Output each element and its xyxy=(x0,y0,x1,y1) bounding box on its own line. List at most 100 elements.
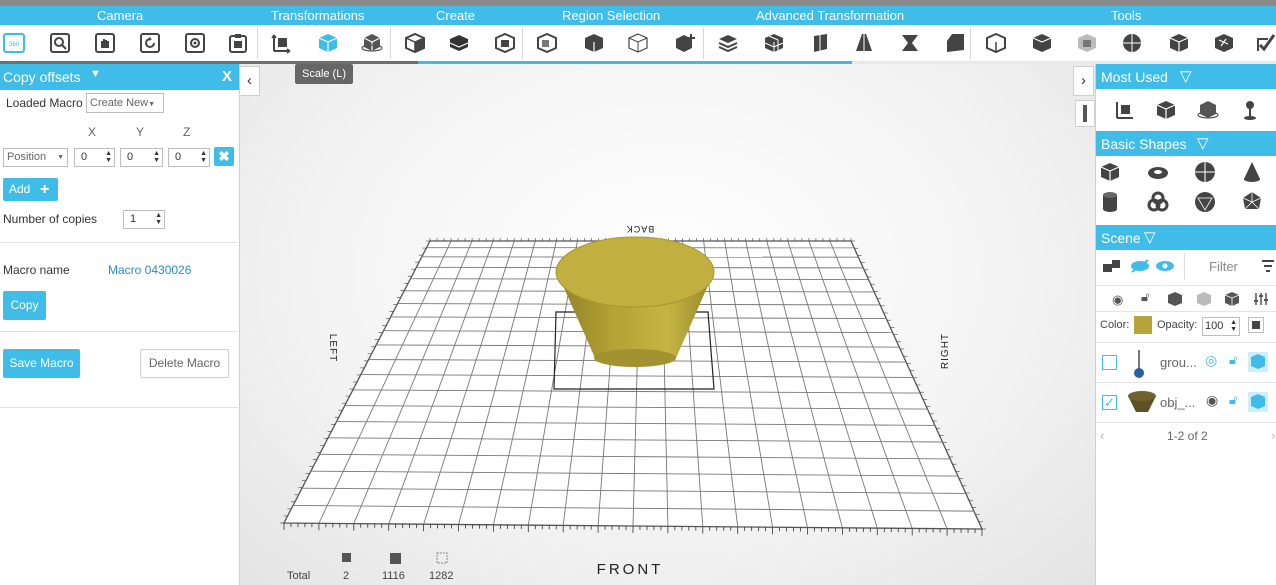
scene-row-group[interactable]: grou... ◎ 🔓︎ xyxy=(1096,343,1276,383)
solid-view-toggle[interactable] xyxy=(1248,352,1268,372)
torus-shape-icon[interactable] xyxy=(1146,160,1170,184)
offset-x-input[interactable]: 0 ▲ ▼ xyxy=(74,148,115,167)
most-used-header[interactable]: Most Used ▽ xyxy=(1096,64,1276,89)
collapse-left-panel-button[interactable]: ‹ xyxy=(240,66,260,96)
view-360-icon[interactable]: 360 xyxy=(2,31,26,55)
color-swatch[interactable] xyxy=(1134,316,1152,334)
3d-viewport[interactable]: BACK LEFT RIGHT FRONT ‹ › Scale (L) Tota… xyxy=(240,64,1095,585)
loaded-macro-select[interactable]: Create New▼ xyxy=(86,93,164,113)
hide-all-icon[interactable] xyxy=(1128,254,1152,278)
wireframe-column-icon[interactable] xyxy=(1196,291,1212,307)
sphere-shape-icon[interactable] xyxy=(1193,160,1217,184)
spinner-icon[interactable]: ▲ ▼ xyxy=(153,150,160,164)
box-column-icon[interactable] xyxy=(1224,291,1240,307)
measure-icon[interactable] xyxy=(984,31,1008,55)
eye-icon[interactable]: ◉ xyxy=(1206,392,1218,409)
prev-page-icon[interactable]: ‹ xyxy=(1100,428,1104,443)
offset-mode-select[interactable]: Position ▼ xyxy=(3,148,68,167)
slice-icon[interactable] xyxy=(493,31,517,55)
collapse-right-panel-button[interactable]: › xyxy=(1073,66,1094,96)
unlock-icon[interactable]: 🔓︎ xyxy=(1229,392,1237,408)
box-icon[interactable] xyxy=(403,31,427,55)
sliders-column-icon[interactable] xyxy=(1253,291,1269,307)
scale-cube-icon[interactable] xyxy=(1154,98,1178,122)
offset-y-input[interactable]: 0 ▲ ▼ xyxy=(120,148,163,167)
save-macro-button[interactable]: Save Macro xyxy=(3,349,80,378)
solid-view-toggle[interactable] xyxy=(1248,392,1268,412)
shear-icon[interactable] xyxy=(943,31,967,55)
spinner-icon[interactable]: ▲ ▼ xyxy=(105,150,112,164)
knot-shape-icon[interactable] xyxy=(1146,190,1170,214)
macro-name-value[interactable]: Macro 0430026 xyxy=(108,263,191,277)
split-icon[interactable] xyxy=(1030,31,1054,55)
stack-icon[interactable] xyxy=(716,31,740,55)
region-select-icon[interactable] xyxy=(535,31,559,55)
lock-column-icon[interactable]: 🔓︎ xyxy=(1141,289,1149,305)
copy-offsets-title[interactable]: Copy offsets xyxy=(3,69,81,85)
unlock-icon[interactable]: 🔓︎ xyxy=(1229,352,1237,368)
category-advanced-transformation[interactable]: Advanced Transformation xyxy=(756,8,904,23)
bend-icon[interactable] xyxy=(808,31,832,55)
basic-shapes-header[interactable]: Basic Shapes ▽ xyxy=(1096,131,1276,156)
offset-z-input[interactable]: 0 ▲ ▼ xyxy=(168,148,210,167)
next-page-icon[interactable]: › xyxy=(1271,428,1275,443)
solid-column-icon[interactable] xyxy=(1167,291,1183,307)
add-button[interactable]: Add + xyxy=(3,178,58,201)
visibility-column-icon[interactable]: ◉ xyxy=(1112,292,1123,308)
caret-down-icon[interactable]: ▼ xyxy=(90,68,101,80)
twist-icon[interactable] xyxy=(898,31,922,55)
scale-cube-icon[interactable] xyxy=(316,31,340,55)
rotate-cube-icon[interactable] xyxy=(360,31,384,55)
zoom-icon[interactable] xyxy=(48,31,72,55)
scene-row-object[interactable]: ✓ obj_... ◉ 🔓︎ xyxy=(1096,383,1276,423)
cube-shape-icon[interactable] xyxy=(1098,160,1122,184)
clipboard-icon[interactable] xyxy=(226,31,250,55)
copy-button[interactable]: Copy xyxy=(3,291,46,320)
hollow-icon[interactable] xyxy=(1075,31,1099,55)
cone-shape-icon[interactable] xyxy=(1240,160,1264,184)
move-axes-icon[interactable] xyxy=(1113,98,1137,122)
opacity-input[interactable]: 100 ▲ ▼ xyxy=(1202,317,1240,336)
category-tools[interactable]: Tools xyxy=(1111,8,1141,23)
scene-row-checkbox-checked[interactable]: ✓ xyxy=(1102,395,1117,410)
category-transformations[interactable]: Transformations xyxy=(271,8,364,23)
region-box-icon[interactable] xyxy=(582,31,606,55)
hidden-eye-icon[interactable]: ◎ xyxy=(1205,352,1217,369)
pan-hand-icon[interactable] xyxy=(93,31,117,55)
panel-toggle-button[interactable] xyxy=(1075,100,1095,127)
check-icon[interactable] xyxy=(1254,31,1276,55)
geosphere-shape-icon[interactable] xyxy=(1193,190,1217,214)
category-create[interactable]: Create xyxy=(436,8,475,23)
category-camera[interactable]: Camera xyxy=(97,8,143,23)
spinner-icon[interactable]: ▲ ▼ xyxy=(1230,319,1237,333)
color-picker-button[interactable] xyxy=(1248,317,1264,333)
show-all-icon[interactable] xyxy=(1153,254,1177,278)
copies-input[interactable]: 1 ▲ ▼ xyxy=(123,210,165,229)
spinner-icon[interactable]: ▲ ▼ xyxy=(200,150,207,164)
sphere-tool-icon[interactable] xyxy=(1120,31,1144,55)
spinner-icon[interactable]: ▲ ▼ xyxy=(155,212,162,226)
scene-filter-input[interactable]: Filter xyxy=(1184,253,1259,280)
region-add-icon[interactable] xyxy=(673,31,697,55)
extrude-icon[interactable] xyxy=(447,31,471,55)
category-region-selection[interactable]: Region Selection xyxy=(562,8,660,23)
close-icon[interactable]: X xyxy=(222,68,232,85)
scene-header[interactable]: Scene ▽ xyxy=(1096,225,1276,250)
icosahedron-shape-icon[interactable] xyxy=(1240,190,1264,214)
move-axes-icon[interactable] xyxy=(270,31,294,55)
region-wire-icon[interactable] xyxy=(626,31,650,55)
rotate-cube-icon[interactable] xyxy=(1196,98,1220,122)
delete-macro-button[interactable]: Delete Macro xyxy=(140,349,229,378)
settings-icon[interactable] xyxy=(183,31,207,55)
pin-icon[interactable] xyxy=(1238,98,1262,122)
scene-row-checkbox[interactable] xyxy=(1102,355,1117,370)
cylinder-shape-icon[interactable] xyxy=(1098,190,1122,214)
merge-icon[interactable] xyxy=(1212,31,1236,55)
cut-icon[interactable] xyxy=(1167,31,1191,55)
remove-offset-button[interactable]: ✖ xyxy=(214,147,234,166)
grid-cube-icon[interactable] xyxy=(762,31,786,55)
group-objects-icon[interactable] xyxy=(1101,254,1125,278)
filter-menu-icon[interactable] xyxy=(1259,257,1276,281)
rotate-icon[interactable] xyxy=(138,31,162,55)
taper-icon[interactable] xyxy=(852,31,876,55)
